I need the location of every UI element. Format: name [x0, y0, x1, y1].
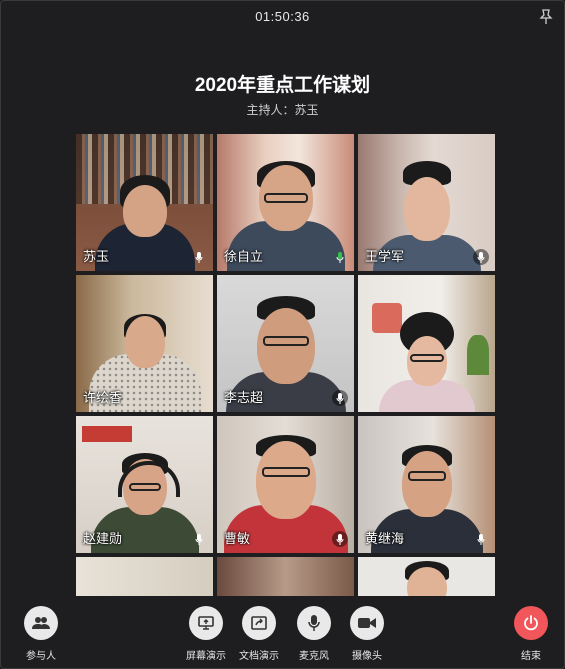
microphone-label: 麦克风	[299, 651, 329, 662]
participant-tile[interactable]: 李志超	[217, 275, 354, 412]
camera-button[interactable]: 摄像头	[337, 606, 397, 662]
microphone-icon	[332, 249, 348, 265]
microphone-icon	[308, 615, 320, 631]
participant-name: 黄继海	[365, 531, 405, 546]
participant-tile[interactable]: 苏玉	[76, 134, 213, 271]
participant-tile[interactable]	[358, 557, 495, 596]
camera-icon	[358, 618, 376, 628]
participant-tile[interactable]: 曹敏	[217, 416, 354, 553]
doc-share-button[interactable]: 文档演示	[229, 606, 289, 662]
participant-name: 徐自立	[224, 249, 264, 264]
power-icon	[524, 615, 538, 631]
participant-tile[interactable]: 许绘香	[76, 275, 213, 412]
end-meeting-label: 结束	[521, 651, 541, 662]
participant-tile[interactable]: 黄继海	[358, 416, 495, 553]
meeting-host: 主持人：苏玉	[246, 103, 319, 117]
screen-share-icon	[198, 616, 214, 630]
participant-tile[interactable]	[217, 557, 354, 596]
camera-label: 摄像头	[352, 651, 382, 662]
participant-tile[interactable]: 赵建勋	[76, 416, 213, 553]
participant-name: 许绘香	[83, 390, 123, 405]
participant-name: 王学军	[365, 249, 405, 264]
status-time: 01:50:36	[255, 9, 310, 24]
participant-tile[interactable]	[76, 557, 213, 596]
screen-share-button[interactable]: 屏幕演示	[176, 606, 236, 662]
doc-share-label: 文档演示	[239, 651, 279, 662]
participant-name: 赵建勋	[83, 531, 123, 546]
microphone-icon	[191, 249, 207, 265]
participant-tile[interactable]	[358, 275, 495, 412]
screen-share-label: 屏幕演示	[186, 651, 226, 662]
document-share-icon	[251, 616, 267, 630]
participants-icon	[32, 617, 50, 629]
meeting-title: 2020年重点工作谋划	[194, 75, 371, 96]
participants-label: 参与人	[26, 651, 56, 662]
microphone-icon	[191, 531, 207, 547]
microphone-icon	[332, 531, 348, 547]
video-grid: 苏玉 徐自立 王学军 许绘香 李志超 赵建勋 曹敏 黄继海	[76, 134, 495, 596]
microphone-icon	[473, 531, 489, 547]
participants-button[interactable]: 参与人	[11, 606, 71, 662]
toolbar: 参与人 屏幕演示 文档演示 麦克风 摄像头 结束	[0, 600, 565, 669]
microphone-icon	[473, 249, 489, 265]
participant-tile[interactable]: 王学军	[358, 134, 495, 271]
microphone-button[interactable]: 麦克风	[284, 606, 344, 662]
microphone-icon	[332, 390, 348, 406]
pin-icon[interactable]	[539, 9, 553, 25]
participant-name: 曹敏	[224, 531, 251, 546]
end-meeting-button[interactable]: 结束	[501, 606, 561, 662]
participant-name: 李志超	[224, 390, 264, 405]
participant-name: 苏玉	[83, 249, 110, 264]
participant-tile[interactable]: 徐自立	[217, 134, 354, 271]
